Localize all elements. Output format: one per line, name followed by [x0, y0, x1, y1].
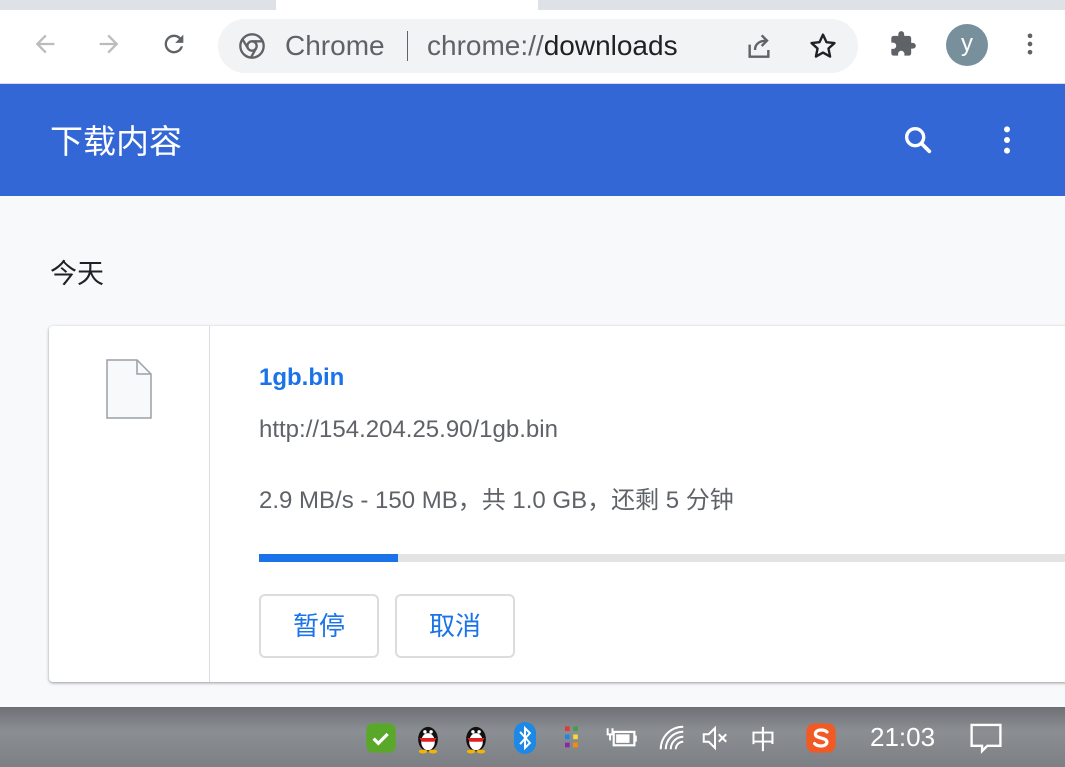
- battery-plug-icon: [606, 728, 637, 747]
- url-scheme: chrome://: [427, 30, 544, 61]
- address-bar[interactable]: Chrome chrome://downloads: [218, 19, 858, 73]
- search-icon: [904, 126, 932, 154]
- site-label: Chrome: [285, 30, 385, 61]
- download-item-card: 1gb.bin http://154.204.25.90/1gb.bin 2.9…: [49, 326, 1065, 682]
- puzzle-icon: [891, 31, 916, 56]
- omnibox-separator: [407, 31, 408, 61]
- tray-sogou-ime[interactable]: [804, 721, 838, 755]
- forward-button[interactable]: [87, 22, 131, 66]
- pause-button[interactable]: 暂停: [259, 594, 379, 658]
- tray-battery[interactable]: [604, 721, 638, 755]
- profile-avatar[interactable]: y: [946, 24, 988, 66]
- url-host: downloads: [543, 30, 678, 61]
- tray-qq-app-1[interactable]: [411, 721, 445, 755]
- notification-icon: [970, 723, 1002, 754]
- shield-check-icon: [366, 723, 396, 753]
- browser-menu-button[interactable]: [1008, 22, 1052, 66]
- volume-muted-icon: [702, 725, 727, 751]
- tab-strip: [0, 0, 1065, 10]
- tray-ime-indicator[interactable]: 中: [746, 721, 780, 756]
- downloads-header: 下载内容: [0, 84, 1065, 196]
- bluetooth-icon: [513, 722, 537, 754]
- tray-network[interactable]: [655, 721, 689, 755]
- browser-toolbar: Chrome chrome://downloads y: [0, 0, 1065, 84]
- search-downloads-button[interactable]: [896, 118, 940, 162]
- downloads-menu-button[interactable]: [985, 118, 1029, 162]
- kebab-menu-icon: [1027, 33, 1033, 55]
- download-status: 2.9 MB/s - 150 MB，共 1.0 GB，还剩 5 分钟: [259, 487, 734, 514]
- tray-volume[interactable]: [698, 721, 732, 755]
- tray-color-app[interactable]: [555, 721, 589, 755]
- sogou-s-icon: [806, 723, 836, 753]
- url-text[interactable]: chrome://downloads: [427, 30, 678, 62]
- file-source-url[interactable]: http://154.204.25.90/1gb.bin: [259, 416, 558, 444]
- taskbar-clock[interactable]: 21:03: [870, 721, 935, 753]
- kebab-menu-icon: [1004, 126, 1010, 154]
- progress-fill: [259, 554, 399, 562]
- reload-button[interactable]: [152, 22, 196, 66]
- penguin-icon: [418, 726, 438, 754]
- star-icon[interactable]: [807, 30, 839, 62]
- tray-action-center[interactable]: [969, 721, 1003, 755]
- wifi-icon: [659, 725, 684, 750]
- section-date: 今天: [50, 259, 104, 289]
- page-title: 下载内容: [50, 123, 182, 160]
- tray-qq-app-2[interactable]: [459, 721, 493, 755]
- chrome-logo-icon[interactable]: [238, 32, 266, 60]
- penguin-icon: [466, 726, 486, 754]
- back-arrow-icon: [35, 34, 55, 54]
- forward-arrow-icon: [99, 34, 119, 54]
- file-name-link[interactable]: 1gb.bin: [259, 364, 344, 392]
- reload-icon: [164, 34, 184, 54]
- tray-security-app[interactable]: [364, 721, 398, 755]
- file-icon: [106, 359, 152, 419]
- active-tab[interactable]: [276, 0, 538, 10]
- cancel-button[interactable]: 取消: [395, 594, 515, 658]
- card-divider: [209, 326, 210, 682]
- tray-bluetooth[interactable]: [508, 721, 542, 755]
- download-progress-bar: [259, 554, 1065, 562]
- extensions-button[interactable]: [881, 22, 925, 66]
- share-icon[interactable]: [743, 30, 775, 62]
- back-button[interactable]: [23, 22, 67, 66]
- color-grid-icon: [565, 726, 578, 748]
- windows-taskbar: 中 21:03: [0, 707, 1065, 767]
